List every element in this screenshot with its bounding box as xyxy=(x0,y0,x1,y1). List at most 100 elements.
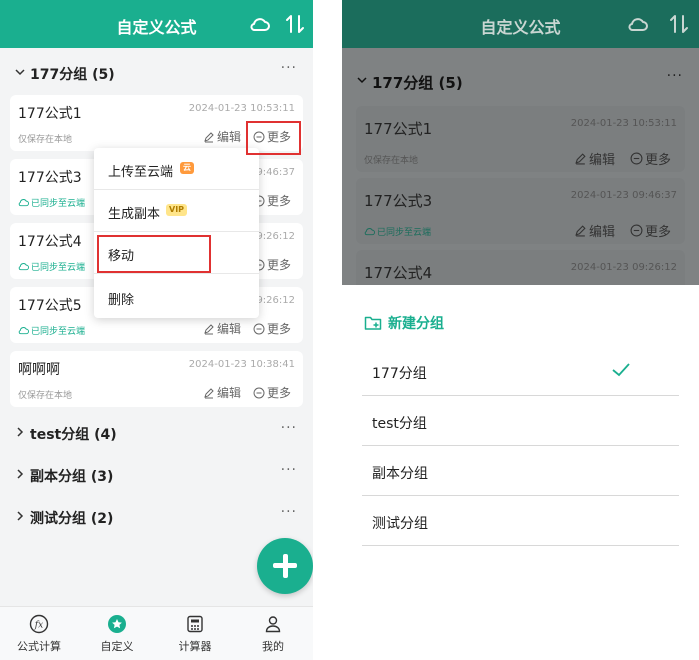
group-option-test2[interactable]: 测试分组 xyxy=(362,496,679,546)
new-group-label: 新建分组 xyxy=(388,316,444,332)
pencil-icon xyxy=(204,131,214,142)
more-label: 更多 xyxy=(267,386,292,400)
group-option-label: 177分组 xyxy=(372,366,427,382)
move-group-screen: 自定义公式 177分组 (5) ··· 177公式1 2024-01-23 10… xyxy=(342,0,699,660)
formula-status: 已同步至云端 xyxy=(364,225,431,238)
formula-card: 177公式4 2024-01-23 09:26:12 xyxy=(356,250,685,285)
highlight-more-button xyxy=(246,121,301,155)
formula-name: 177公式1 xyxy=(18,106,82,122)
pencil-icon xyxy=(575,225,586,237)
more-button[interactable]: 更多 xyxy=(253,384,291,401)
screenshot-root: 自定义公式 177分组 (5) ··· 177公式1 2024-01-23 10… xyxy=(0,0,699,660)
chevron-down-icon xyxy=(357,77,367,84)
group-option-copy[interactable]: 副本分组 xyxy=(362,446,679,496)
tab-label: 计算器 xyxy=(178,640,212,653)
group-option-label: test分组 xyxy=(372,416,427,432)
chevron-right-icon xyxy=(17,511,24,521)
edit-label: 编辑 xyxy=(589,225,616,240)
group-header-test[interactable]: test分组 (4) ··· xyxy=(0,416,313,452)
more-popup-menu: 上传至云端 云 生成副本 VIP 移动 删除 xyxy=(94,148,259,318)
formula-card[interactable]: 啊啊啊 2024-01-23 10:38:41 仅保存在本地 编辑 更多 xyxy=(10,351,303,407)
tab-label: 公式计算 xyxy=(17,640,61,653)
svg-text:fx: fx xyxy=(34,621,43,631)
more-circle-icon xyxy=(253,387,265,398)
more-circle-icon xyxy=(630,224,643,237)
edit-label: 编辑 xyxy=(217,130,242,144)
more-button: 更多 xyxy=(630,221,671,240)
formula-status: 仅保存在本地 xyxy=(364,156,419,166)
menu-item-label: 删除 xyxy=(108,293,135,308)
group-header-copy[interactable]: 副本分组 (3) ··· xyxy=(0,458,313,494)
vip-badge: VIP xyxy=(166,204,188,216)
calculator-icon xyxy=(187,615,203,633)
more-label: 更多 xyxy=(267,322,292,336)
sort-icon[interactable] xyxy=(283,12,307,36)
group-name: 177分组 (5) xyxy=(372,74,463,92)
formula-time: 2024-01-23 09:26:12 xyxy=(570,262,677,273)
check-icon xyxy=(612,363,630,377)
chevron-down-icon xyxy=(15,69,25,76)
edit-button[interactable]: 编辑 xyxy=(203,320,241,337)
group-header-test2[interactable]: 测试分组 (2) ··· xyxy=(0,500,313,536)
more-dots-icon[interactable]: ··· xyxy=(281,420,297,436)
group-name: 副本分组 (3) xyxy=(30,469,114,485)
new-group-button[interactable]: 新建分组 xyxy=(364,313,444,333)
formula-status: 已同步至云端 xyxy=(18,260,85,273)
dimmed-background[interactable]: 自定义公式 177分组 (5) ··· 177公式1 2024-01-23 10… xyxy=(342,0,699,285)
group-option-177[interactable]: 177分组 xyxy=(362,346,679,396)
formula-status: 仅保存在本地 xyxy=(18,135,73,145)
cloud-icon xyxy=(364,228,375,236)
menu-item-label: 上传至云端 xyxy=(108,165,174,180)
group-option-label: 副本分组 xyxy=(372,466,428,482)
more-circle-icon xyxy=(630,152,643,165)
formula-name: 177公式1 xyxy=(364,120,433,138)
pencil-icon xyxy=(204,387,214,398)
cloud-icon xyxy=(18,263,29,271)
formula-time: 2024-01-23 10:53:11 xyxy=(570,118,677,129)
edit-label: 编辑 xyxy=(217,322,242,336)
formula-name: 177公式3 xyxy=(364,192,433,210)
formula-time: 2024-01-23 10:38:41 xyxy=(188,359,295,370)
menu-item-delete[interactable]: 删除 xyxy=(94,276,259,318)
edit-button[interactable]: 编辑 xyxy=(203,128,241,145)
more-dots-icon[interactable]: ··· xyxy=(281,60,297,76)
tab-mine[interactable]: 我的 xyxy=(234,607,312,660)
group-option-label: 测试分组 xyxy=(372,516,428,532)
formula-name: 啊啊啊 xyxy=(18,362,60,378)
tab-calculator[interactable]: 计算器 xyxy=(156,607,234,660)
formula-name: 177公式3 xyxy=(18,170,82,186)
group-header-177[interactable]: 177分组 (5) ··· xyxy=(0,56,313,92)
more-dots-icon[interactable]: ··· xyxy=(281,504,297,520)
more-label: 更多 xyxy=(267,258,292,272)
add-formula-button[interactable] xyxy=(257,538,313,594)
edit-button: 编辑 xyxy=(574,149,615,168)
group-option-test[interactable]: test分组 xyxy=(362,396,679,446)
formula-name: 177公式4 xyxy=(18,234,82,250)
more-label: 更多 xyxy=(645,225,672,240)
menu-item-duplicate[interactable]: 生成副本 VIP xyxy=(94,190,259,232)
formula-list-screen: 自定义公式 177分组 (5) ··· 177公式1 2024-01-23 10… xyxy=(0,0,313,660)
user-icon xyxy=(265,616,281,633)
fx-icon: fx xyxy=(29,614,49,634)
cloud-icon[interactable] xyxy=(248,12,272,36)
formula-time: 2024-01-23 09:46:37 xyxy=(570,190,677,201)
tab-custom[interactable]: 自定义 xyxy=(78,607,156,660)
more-dots-icon[interactable]: ··· xyxy=(281,462,297,478)
formula-card: 177公式3 2024-01-23 09:46:37 已同步至云端 编辑 更多 xyxy=(356,178,685,244)
pencil-icon xyxy=(575,153,586,165)
tab-label: 我的 xyxy=(262,640,284,653)
edit-label: 编辑 xyxy=(217,386,242,400)
cloud-icon xyxy=(628,18,648,31)
sort-icon xyxy=(670,15,688,33)
more-button: 更多 xyxy=(630,149,671,168)
bottom-tab-bar: fx 公式计算 自定义 计算器 我的 xyxy=(0,606,313,660)
star-icon xyxy=(108,615,126,633)
more-button[interactable]: 更多 xyxy=(253,320,291,337)
app-header: 自定义公式 xyxy=(342,0,699,48)
tab-formula-calc[interactable]: fx 公式计算 xyxy=(0,607,78,660)
formula-status: 已同步至云端 xyxy=(18,324,85,337)
edit-button: 编辑 xyxy=(574,221,615,240)
folder-add-icon xyxy=(364,316,382,330)
menu-item-upload[interactable]: 上传至云端 云 xyxy=(94,148,259,190)
edit-button[interactable]: 编辑 xyxy=(203,384,241,401)
